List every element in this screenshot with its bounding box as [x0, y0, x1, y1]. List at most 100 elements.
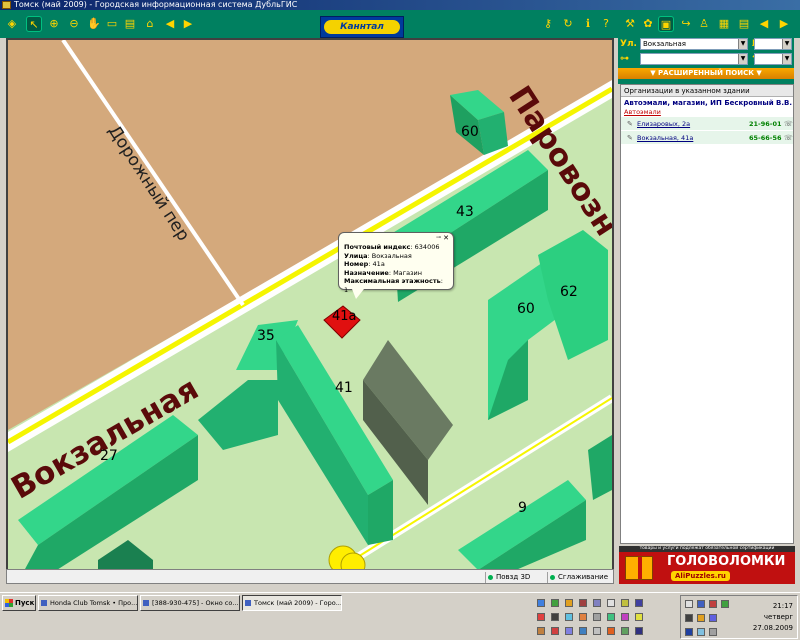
help-icon[interactable]: ?: [598, 16, 614, 32]
app-icon[interactable]: [565, 599, 573, 607]
org-select[interactable]: ▼: [640, 53, 748, 65]
select-building-icon[interactable]: ▣: [658, 16, 674, 32]
popup-row-number: Номер: 41а: [344, 260, 385, 268]
start-button[interactable]: Пуск: [2, 595, 36, 611]
zoom-out-icon[interactable]: ⊖: [66, 16, 82, 32]
phone-select[interactable]: ▼: [754, 53, 792, 65]
quick-launch-icons: [537, 595, 677, 639]
toggle-smoothing-button[interactable]: Сглаживание: [547, 572, 614, 583]
info-icon[interactable]: ℹ: [580, 16, 596, 32]
close-icon[interactable]: ✕: [443, 234, 449, 242]
task-button-chat[interactable]: [388-930-475] - Окно со...: [140, 595, 240, 611]
app-icon[interactable]: [593, 599, 601, 607]
zoom-in-icon[interactable]: ⊕: [46, 16, 62, 32]
ad-url[interactable]: AliPuzzles.ru: [671, 571, 730, 581]
org-address-link[interactable]: Елизаровых, 2а: [637, 117, 690, 131]
windows-logo-icon: [5, 599, 13, 607]
app-icon[interactable]: [635, 599, 643, 607]
app-icon[interactable]: [579, 627, 587, 635]
app-icon[interactable]: [537, 599, 545, 607]
taskbar: Пуск Honda Club Tomsk • Про... [388-930-…: [0, 592, 800, 640]
extended-search-button[interactable]: ▼ РАСШИРЕННЫЙ ПОИСК ▼: [618, 68, 794, 79]
tray-icon[interactable]: [709, 614, 717, 622]
refresh-icon[interactable]: ↻: [560, 16, 576, 32]
route-icon[interactable]: ↪: [678, 16, 694, 32]
tray-icon[interactable]: [697, 600, 705, 608]
building-right-edge[interactable]: [588, 435, 612, 500]
app-icon[interactable]: [621, 627, 629, 635]
sidebar-back-icon[interactable]: ◀: [756, 16, 772, 32]
tray-icon[interactable]: [685, 614, 693, 622]
wrench-icon[interactable]: ⚒: [622, 16, 638, 32]
clock-time[interactable]: 21:17: [773, 602, 793, 610]
ruler-icon[interactable]: ▭: [104, 16, 120, 32]
org-category-link[interactable]: Автоэмали: [621, 108, 793, 117]
app-icon[interactable]: [565, 613, 573, 621]
tray-icon[interactable]: [685, 600, 693, 608]
street-label: Ул.: [620, 39, 637, 49]
clock-day: четверг: [763, 613, 793, 621]
pin-icon[interactable]: ⊸: [436, 234, 441, 242]
building-9[interactable]: [458, 480, 586, 582]
app-icon[interactable]: [579, 613, 587, 621]
app-icon[interactable]: [537, 613, 545, 621]
pointer-icon[interactable]: ↖: [26, 16, 42, 32]
tray-icon[interactable]: [685, 628, 693, 636]
task-button-browser[interactable]: Honda Club Tomsk • Про...: [38, 595, 138, 611]
forward-icon[interactable]: ▶: [180, 16, 196, 32]
org-address-row[interactable]: ✎ Вокзальная, 41а 65-66-56 ☏: [621, 131, 793, 145]
printer-icon[interactable]: ▤: [736, 16, 752, 32]
key-icon[interactable]: ⚷: [540, 16, 556, 32]
task-button-dublgis[interactable]: Томск (май 2009) - Горо...: [242, 595, 342, 611]
tray-icon[interactable]: [721, 600, 729, 608]
app-icon[interactable]: [551, 627, 559, 635]
org-phone: 65-66-56: [749, 134, 782, 142]
tray-icon[interactable]: [709, 600, 717, 608]
app-icon[interactable]: [537, 627, 545, 635]
app-icon[interactable]: [621, 613, 629, 621]
app-icon[interactable]: [593, 627, 601, 635]
tray-icon[interactable]: [697, 628, 705, 636]
building-info-popup[interactable]: ⊸ ✕ Почтовый индекс: 634006 Улица: Вокза…: [338, 232, 454, 294]
org-name[interactable]: Автоэмали, магазин, ИП Бескровный В.В.: [621, 97, 793, 108]
app-icon[interactable]: [607, 599, 615, 607]
org-address-link[interactable]: Вокзальная, 41а: [637, 131, 693, 145]
hand-icon[interactable]: ✋: [86, 16, 102, 32]
tray-icon[interactable]: [697, 614, 705, 622]
app-icon[interactable]: [551, 599, 559, 607]
app-icon[interactable]: [635, 627, 643, 635]
app-icon[interactable]: [565, 627, 573, 635]
map-canvas[interactable]: Дорожный пер Вокзальная Паровозн 60 43 6…: [8, 40, 612, 582]
app-icon[interactable]: [635, 613, 643, 621]
map-view[interactable]: Дорожный пер Вокзальная Паровозн 60 43 6…: [6, 38, 614, 584]
app-icon[interactable]: [607, 627, 615, 635]
street-select[interactable]: Вокзальная ▼: [640, 38, 748, 50]
app-icon[interactable]: [579, 599, 587, 607]
tray-icon[interactable]: [709, 628, 717, 636]
person-icon[interactable]: ♙: [696, 16, 712, 32]
app-icon[interactable]: [551, 613, 559, 621]
sidebar-forward-icon[interactable]: ▶: [776, 16, 792, 32]
app-icon[interactable]: [621, 599, 629, 607]
chevron-down-icon: ▼: [738, 54, 747, 64]
print-icon[interactable]: ▤: [122, 16, 138, 32]
back-icon[interactable]: ◀: [162, 16, 178, 32]
org-panel-header: Организации в указанном здании: [621, 85, 793, 97]
globe-icon[interactable]: ◈: [4, 16, 20, 32]
brand-logo[interactable]: Каннтал: [320, 16, 404, 38]
building-label: 41а: [332, 309, 357, 324]
phone-icon[interactable]: ☏: [784, 131, 793, 145]
ad-banner[interactable]: товары и услуги подлежат обязательной се…: [619, 546, 795, 584]
home-icon[interactable]: ⌂: [142, 16, 158, 32]
phone-icon[interactable]: ☏: [784, 117, 793, 131]
org-address-row[interactable]: ✎ Елизаровых, 2а 21-96-01 ☏: [621, 117, 793, 131]
app-icon[interactable]: [593, 613, 601, 621]
house-select[interactable]: ▼: [754, 38, 792, 50]
building-label: 9: [518, 500, 527, 516]
plant-icon[interactable]: ✿: [640, 16, 656, 32]
pen-icon: ✎: [627, 120, 633, 128]
app-icon[interactable]: [607, 613, 615, 621]
gift-icon: [625, 556, 653, 580]
toggle-3d-button[interactable]: Повзд 3D: [485, 572, 536, 583]
company-icon[interactable]: ▦: [716, 16, 732, 32]
